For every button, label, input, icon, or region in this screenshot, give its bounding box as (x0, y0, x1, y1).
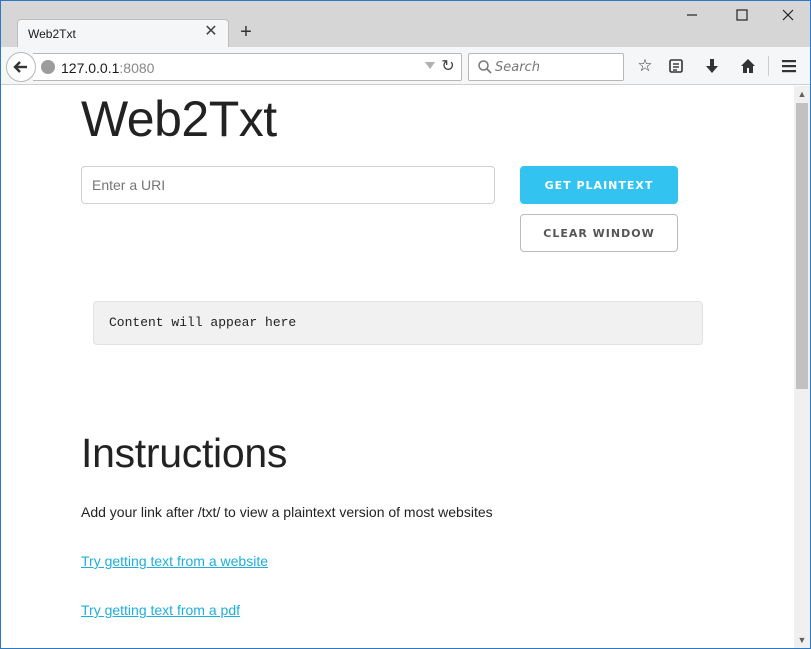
pdf-example-link[interactable]: Try getting text from a pdf (81, 602, 240, 618)
toolbar-separator (768, 56, 769, 76)
url-text: 127.0.0.1:8080 (61, 60, 154, 76)
get-plaintext-button[interactable]: GET PLAINTEXT (520, 166, 678, 204)
window-close-icon[interactable] (773, 5, 803, 27)
output-box: Content will appear here (93, 301, 703, 345)
vertical-scrollbar[interactable]: ▲ ▼ (794, 86, 810, 648)
globe-icon (41, 60, 55, 74)
download-icon[interactable] (700, 54, 724, 78)
page-content: Web2Txt GET PLAINTEXT CLEAR WINDOW Conte… (1, 86, 794, 648)
tab-title: Web2Txt (28, 27, 76, 41)
back-button[interactable] (6, 52, 36, 82)
clear-window-button[interactable]: CLEAR WINDOW (520, 214, 678, 252)
uri-input[interactable] (81, 166, 495, 204)
tab-strip: Web2Txt ✕ + (1, 1, 810, 48)
page-title: Web2Txt (81, 91, 277, 147)
url-port: :8080 (119, 60, 155, 76)
tab-close-icon[interactable]: ✕ (202, 23, 220, 41)
instructions-text: Add your link after /txt/ to view a plai… (81, 504, 493, 520)
search-icon (478, 60, 492, 74)
reload-icon[interactable]: ↻ (439, 57, 457, 77)
search-input[interactable]: Search (468, 53, 624, 81)
nav-toolbar: 127.0.0.1:8080 ↻ Search ☆ (1, 47, 810, 85)
url-host: 127.0.0.1 (61, 60, 120, 76)
new-tab-icon[interactable]: + (235, 22, 257, 44)
back-arrow-icon (13, 61, 27, 73)
browser-window: Web2Txt ✕ + 127.0.0.1:8080 ↻ Search ☆ We… (0, 0, 811, 649)
scroll-down-icon[interactable]: ▼ (794, 632, 810, 648)
scrollbar-thumb[interactable] (796, 103, 808, 389)
search-placeholder: Search (495, 60, 540, 75)
maximize-icon[interactable] (727, 5, 757, 27)
home-icon[interactable] (736, 54, 760, 78)
url-bar[interactable]: 127.0.0.1:8080 ↻ (33, 53, 462, 81)
website-example-link[interactable]: Try getting text from a website (81, 553, 268, 569)
instructions-heading: Instructions (81, 430, 288, 476)
bookmark-star-icon[interactable]: ☆ (633, 54, 657, 78)
history-dropdown-icon[interactable] (425, 62, 435, 69)
menu-icon[interactable] (777, 54, 801, 78)
scroll-up-icon[interactable]: ▲ (794, 86, 810, 102)
reading-list-icon[interactable] (664, 54, 688, 78)
minimize-icon[interactable] (677, 5, 707, 27)
tab-web2txt[interactable]: Web2Txt ✕ (17, 19, 229, 48)
